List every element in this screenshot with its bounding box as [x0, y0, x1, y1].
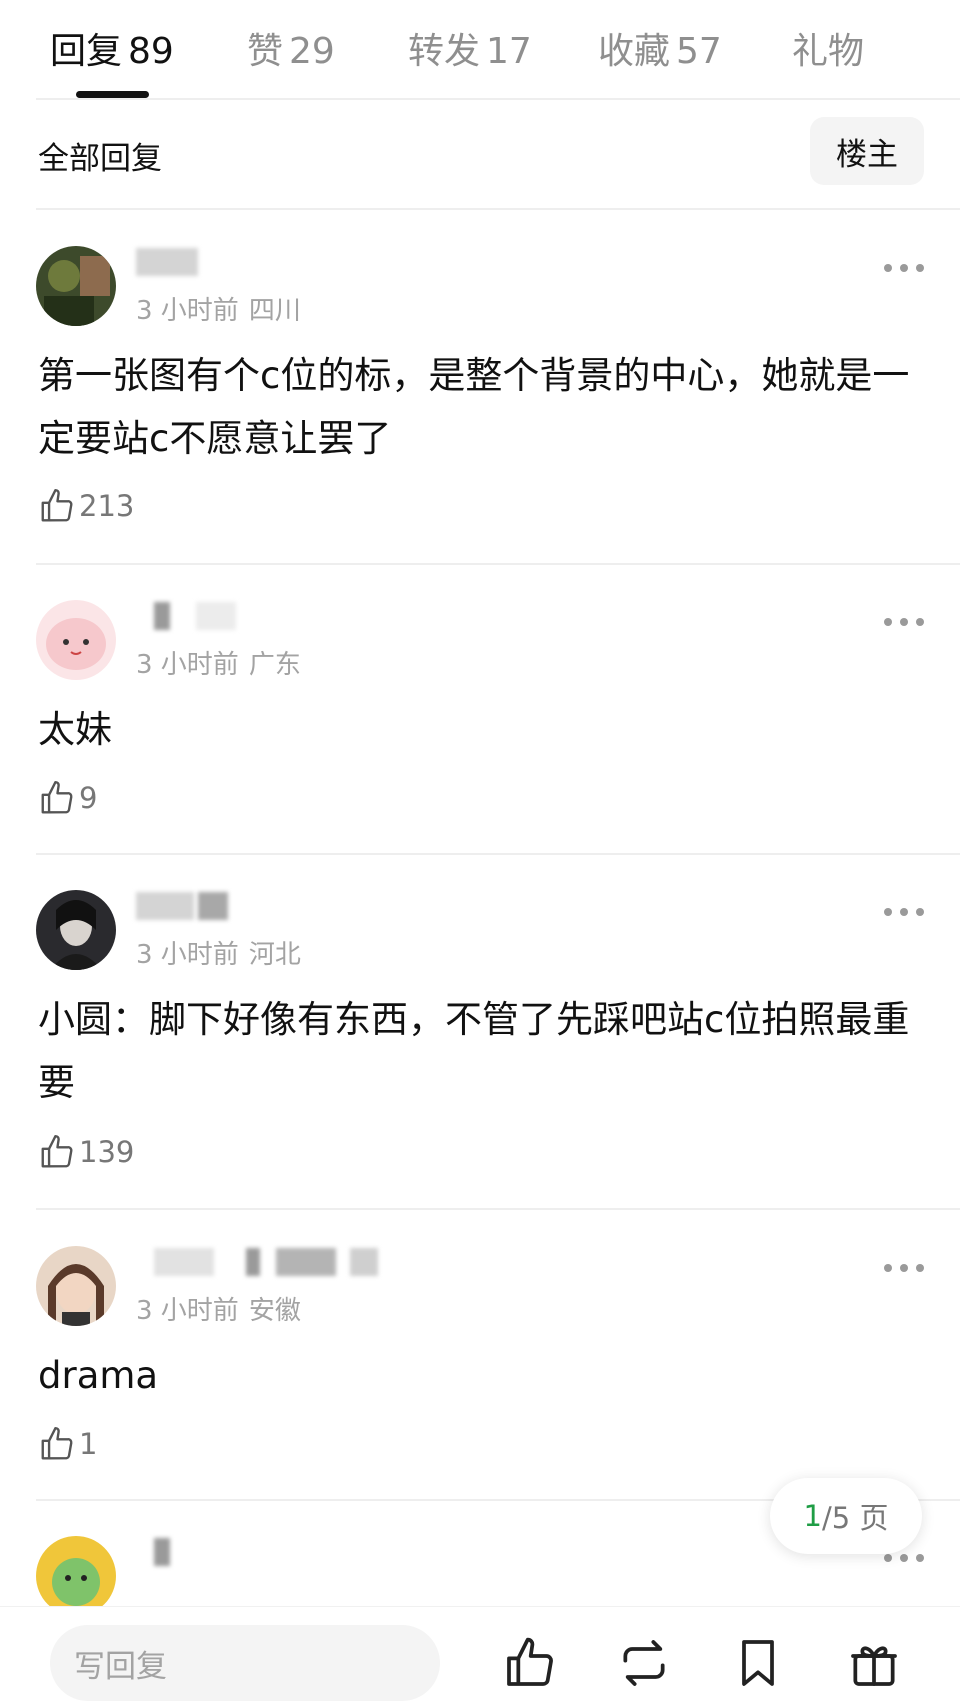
reply-input[interactable]: 写回复	[50, 1625, 440, 1701]
comment-meta: 3 小时前 四川	[136, 290, 301, 327]
like-button[interactable]: 9	[38, 778, 97, 818]
gift-button[interactable]	[846, 1635, 902, 1691]
tab-reposts-label: 转发	[408, 31, 481, 72]
tab-favorites-count: 57	[676, 31, 722, 72]
tab-reposts-count: 17	[486, 31, 532, 72]
like-count: 1	[79, 1427, 98, 1461]
comment-region: 四川	[248, 296, 301, 326]
like-button[interactable]: 139	[38, 1132, 134, 1172]
thumbs-up-icon	[41, 488, 73, 522]
tab-replies[interactable]: 回复 89	[50, 22, 174, 74]
more-options-icon[interactable]	[884, 908, 924, 918]
comment-text: 第一张图有个c位的标，是整个背景的中心，她就是一定要站c不愿意让罢了	[38, 354, 910, 460]
tab-gifts[interactable]: 礼物	[792, 22, 864, 74]
comment-time: 3 小时前	[136, 1296, 239, 1326]
comment-region: 安徽	[248, 1296, 301, 1326]
bottom-action-bar: 写回复	[0, 1606, 960, 1702]
more-options-icon[interactable]	[884, 618, 924, 628]
divider	[36, 1208, 960, 1210]
more-options-icon[interactable]	[884, 1554, 924, 1564]
comment-time: 3 小时前	[136, 650, 239, 680]
divider	[36, 853, 960, 855]
comment-meta: 3 小时前 安徽	[136, 1290, 301, 1327]
more-options-icon[interactable]	[884, 264, 924, 274]
repost-icon	[623, 1640, 665, 1686]
active-tab-indicator	[76, 91, 149, 98]
thumbs-up-icon	[41, 1426, 73, 1460]
like-button[interactable]: 1	[38, 1424, 97, 1464]
comment-text: 小圆：脚下好像有东西，不管了先踩吧站c位拍照最重要	[38, 998, 910, 1104]
tab-reposts[interactable]: 转发 17	[408, 22, 532, 74]
avatar[interactable]	[36, 1536, 116, 1616]
thumbs-up-icon	[507, 1637, 553, 1686]
tab-likes-count: 29	[289, 31, 335, 72]
thumbs-up-icon	[41, 780, 73, 814]
bookmark-button[interactable]	[730, 1635, 786, 1691]
page-indicator[interactable]: 1/5 页	[770, 1478, 922, 1554]
comment-time: 3 小时前	[136, 940, 239, 970]
like-post-button[interactable]	[502, 1635, 558, 1691]
avatar[interactable]	[36, 1246, 116, 1326]
divider	[36, 563, 960, 565]
tab-favorites-label: 收藏	[598, 31, 671, 72]
comment-text: drama	[38, 1354, 159, 1397]
divider	[36, 208, 960, 210]
tab-likes-label: 赞	[247, 31, 284, 72]
thumbs-up-icon	[41, 1134, 73, 1168]
tab-likes[interactable]: 赞 29	[247, 22, 335, 74]
like-count: 9	[79, 781, 98, 815]
comment-region: 河北	[248, 940, 301, 970]
comment-meta: 3 小时前 广东	[136, 644, 301, 681]
avatar[interactable]	[36, 600, 116, 680]
comment-meta: 3 小时前 河北	[136, 934, 301, 971]
op-filter-button[interactable]: 楼主	[810, 117, 924, 185]
tab-favorites[interactable]: 收藏 57	[598, 22, 722, 74]
tab-gifts-label: 礼物	[792, 31, 865, 72]
current-page: 1	[803, 1499, 822, 1533]
like-count: 139	[79, 1135, 135, 1169]
like-count: 213	[79, 489, 135, 523]
gift-icon	[851, 1646, 897, 1686]
tab-bar: 回复 89 赞 29 转发 17 收藏 57 礼物	[0, 0, 960, 98]
section-title: 全部回复	[38, 141, 162, 177]
avatar[interactable]	[36, 890, 116, 970]
comment-region: 广东	[248, 650, 301, 680]
like-button[interactable]: 213	[38, 486, 134, 526]
bookmark-icon	[742, 1640, 774, 1686]
repost-button[interactable]	[616, 1635, 672, 1691]
comment-time: 3 小时前	[136, 296, 239, 326]
more-options-icon[interactable]	[884, 1264, 924, 1274]
comment-text: 太妹	[38, 708, 112, 751]
total-pages: /5 页	[822, 1501, 889, 1535]
avatar[interactable]	[36, 246, 116, 326]
tab-replies-label: 回复	[50, 31, 123, 72]
divider	[36, 98, 960, 100]
tab-replies-count: 89	[128, 31, 174, 72]
